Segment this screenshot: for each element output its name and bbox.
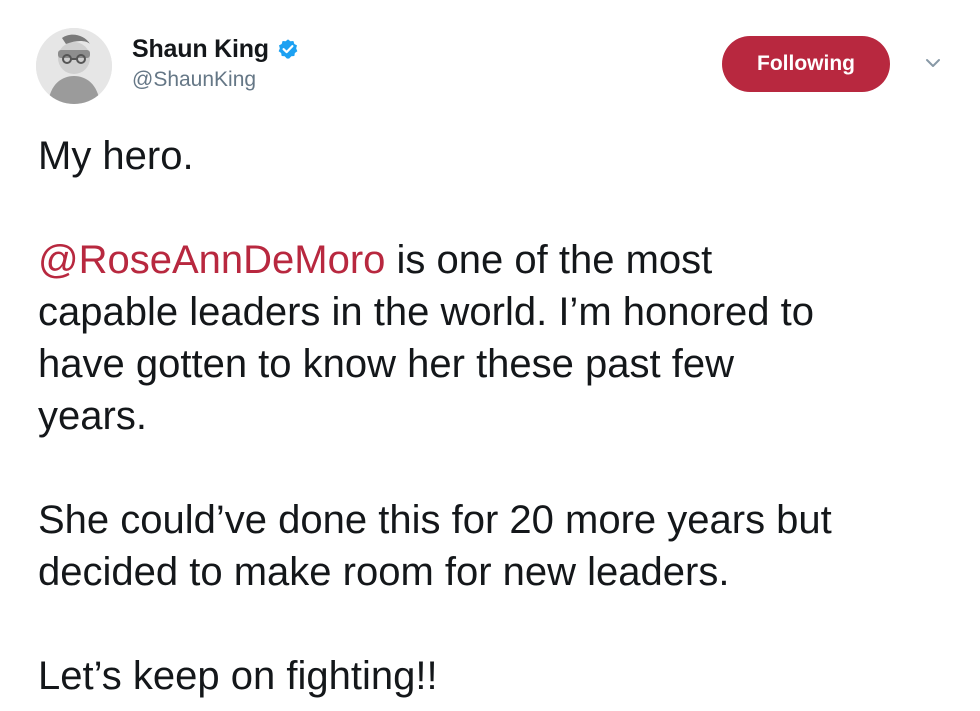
tweet-paragraph-4: Let’s keep on fighting!! <box>38 654 438 698</box>
paragraph-3-line-1: She could’ve done this for 20 more years… <box>38 498 832 542</box>
display-name[interactable]: Shaun King <box>132 35 269 64</box>
tweet-paragraph-2: @RoseAnnDeMoro is one of the most capabl… <box>38 234 958 442</box>
paragraph-2-line-2: capable leaders in the world. I’m honore… <box>38 290 815 334</box>
mention-link[interactable]: @RoseAnnDeMoro <box>38 238 385 282</box>
paragraph-3-line-2: decided to make room for new leaders. <box>38 550 730 594</box>
paragraph-2-line-4: years. <box>38 394 147 438</box>
avatar-image <box>36 28 112 104</box>
user-info: Shaun King @ShaunKing <box>132 32 299 92</box>
tweet-text: My hero. @RoseAnnDeMoro is one of the mo… <box>38 130 958 702</box>
display-name-row: Shaun King <box>132 32 299 66</box>
chevron-down-icon[interactable] <box>922 52 944 74</box>
tweet-paragraph-1: My hero. <box>38 134 194 178</box>
following-button[interactable]: Following <box>722 36 890 92</box>
tweet-card: Shaun King @ShaunKing Following My hero.… <box>0 0 980 711</box>
user-handle[interactable]: @ShaunKing <box>132 68 299 92</box>
verified-badge-icon <box>277 38 299 60</box>
tweet-paragraph-3: She could’ve done this for 20 more years… <box>38 494 958 598</box>
paragraph-2-line-1-rest: is one of the most <box>385 238 713 282</box>
tweet-header: Shaun King @ShaunKing Following <box>36 28 956 106</box>
paragraph-2-line-3: have gotten to know her these past few <box>38 342 734 386</box>
avatar[interactable] <box>36 28 112 104</box>
